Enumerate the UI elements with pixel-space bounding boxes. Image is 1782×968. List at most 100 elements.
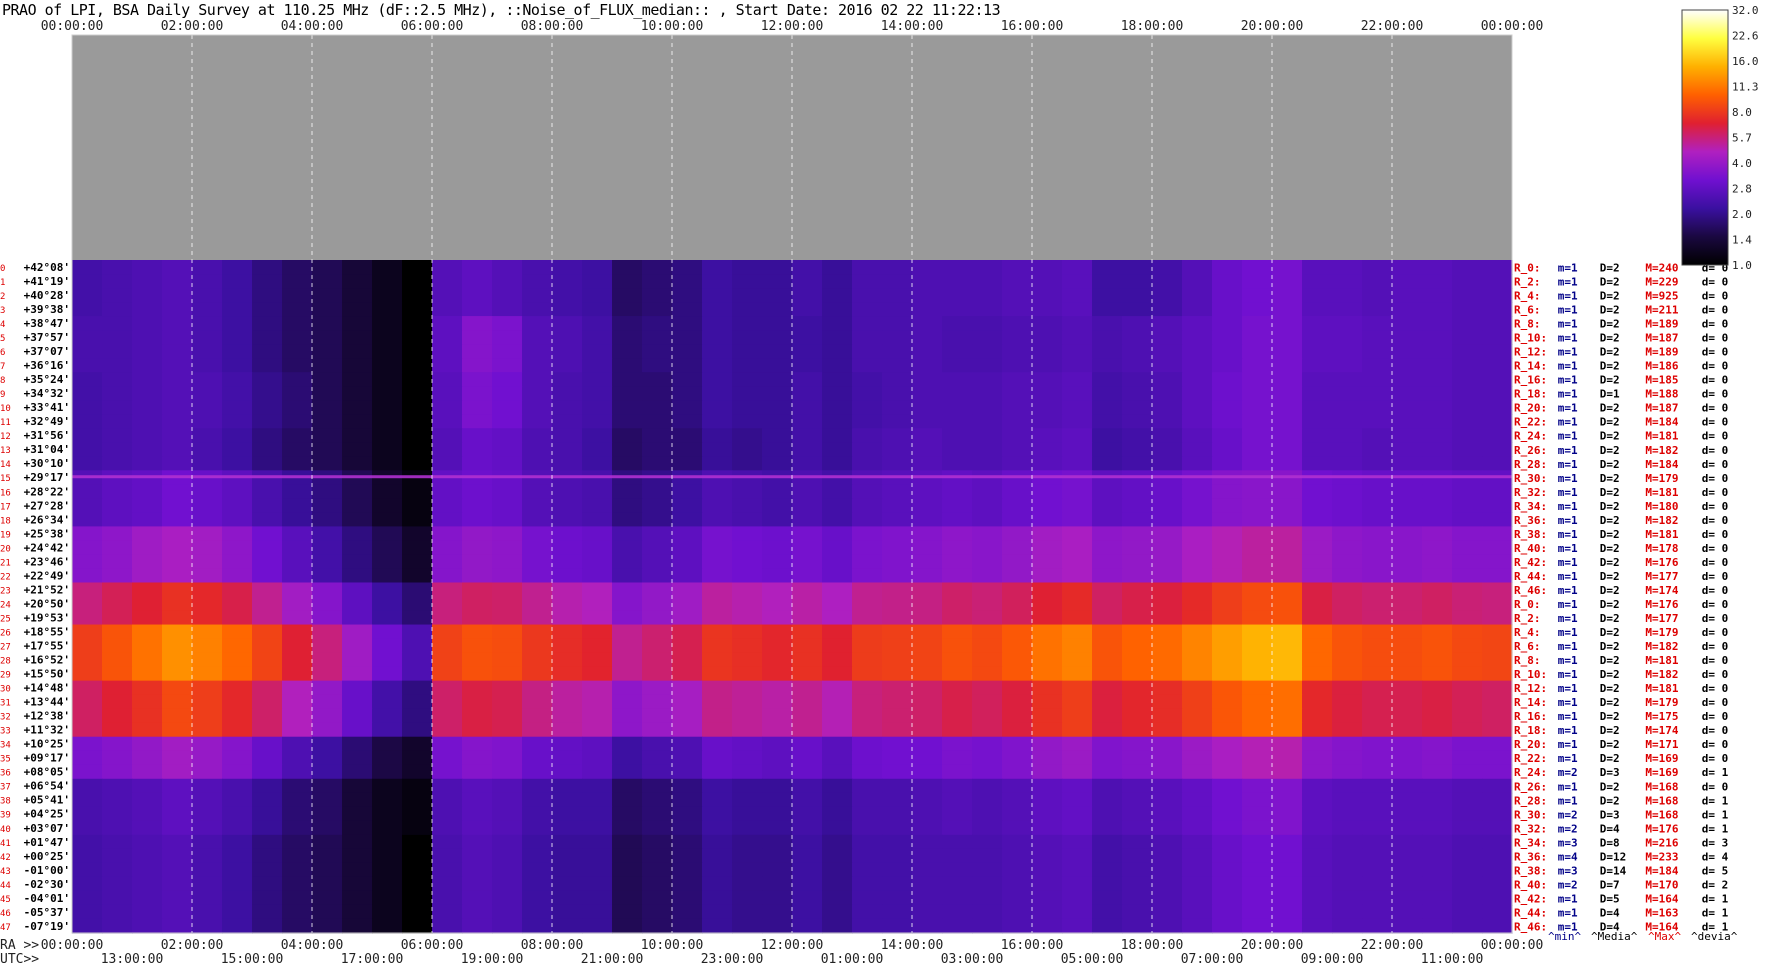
heatmap-cell bbox=[252, 862, 283, 878]
utc-tick-label: 15:00:00 bbox=[221, 952, 284, 967]
heatmap-cell bbox=[702, 666, 733, 682]
heatmap-cell bbox=[1152, 302, 1183, 317]
heatmap-cell bbox=[312, 596, 343, 612]
heatmap-cell bbox=[402, 526, 433, 542]
heatmap-cell bbox=[1062, 386, 1093, 401]
row-stat-beam: R_30: bbox=[1514, 808, 1547, 821]
heatmap-cell bbox=[252, 428, 283, 443]
heatmap-cell bbox=[702, 484, 733, 499]
heatmap-cell bbox=[852, 260, 883, 275]
heatmap-cell bbox=[882, 596, 913, 612]
utc-tick-label: 19:00:00 bbox=[461, 952, 524, 967]
heatmap-cell bbox=[942, 904, 973, 920]
row-stat-beam: R_38: bbox=[1514, 528, 1547, 541]
heatmap-cell bbox=[282, 288, 313, 303]
heatmap-cell bbox=[282, 764, 313, 780]
heatmap-cell bbox=[1362, 736, 1393, 752]
heatmap-cell bbox=[252, 484, 283, 499]
heatmap-cell bbox=[1062, 484, 1093, 499]
heatmap-cell bbox=[1302, 750, 1333, 766]
heatmap-cell bbox=[252, 736, 283, 752]
heatmap-cell bbox=[372, 848, 403, 864]
heatmap-cell bbox=[582, 834, 613, 850]
heatmap-cell bbox=[882, 372, 913, 387]
heatmap-cell bbox=[582, 848, 613, 864]
heatmap-cell bbox=[1302, 722, 1333, 738]
heatmap-cell bbox=[1182, 372, 1213, 387]
heatmap-cell bbox=[1182, 540, 1213, 556]
heatmap-cell bbox=[912, 764, 943, 780]
row-stat-deviation: d= 0 bbox=[1702, 332, 1729, 345]
heatmap-cell bbox=[462, 582, 493, 598]
heatmap-cell bbox=[552, 526, 583, 542]
heatmap-cell bbox=[552, 596, 583, 612]
heatmap-cell bbox=[882, 624, 913, 640]
heatmap-cell bbox=[882, 400, 913, 415]
row-stat-beam: R_0: bbox=[1514, 598, 1541, 611]
utc-tick-label: 21:00:00 bbox=[581, 952, 644, 967]
heatmap-cell bbox=[792, 666, 823, 682]
heatmap-cell bbox=[822, 540, 853, 556]
heatmap-cell bbox=[72, 260, 103, 275]
heatmap-cell bbox=[582, 274, 613, 289]
heatmap-cell bbox=[1212, 344, 1243, 359]
heatmap-cell bbox=[222, 666, 253, 682]
heatmap-cell bbox=[312, 722, 343, 738]
heatmap-cell bbox=[702, 400, 733, 415]
row-stat-deviation: d= 0 bbox=[1702, 682, 1729, 695]
heatmap-cell bbox=[882, 260, 913, 275]
heatmap-cell bbox=[1452, 358, 1483, 373]
heatmap-cell bbox=[1422, 526, 1453, 542]
heatmap-cell bbox=[1452, 456, 1483, 471]
heatmap-cell bbox=[1452, 484, 1483, 499]
heatmap-cell bbox=[792, 456, 823, 471]
heatmap-cell bbox=[1182, 904, 1213, 920]
heatmap-cell bbox=[372, 386, 403, 401]
heatmap-cell bbox=[402, 274, 433, 289]
heatmap-cell bbox=[492, 764, 523, 780]
row-stat-deviation: d= 5 bbox=[1702, 864, 1729, 877]
row-stat-max: M=181 bbox=[1645, 528, 1678, 541]
row-stat-deviation: d= 0 bbox=[1702, 752, 1729, 765]
declination-tick-label: +41°19' bbox=[24, 275, 70, 288]
heatmap-cell bbox=[342, 456, 373, 471]
row-stat-max: M=216 bbox=[1645, 836, 1678, 849]
heatmap-cell bbox=[1152, 652, 1183, 668]
row-stat-beam: R_4: bbox=[1514, 290, 1541, 303]
heatmap-cell bbox=[1272, 708, 1303, 724]
heatmap-cell bbox=[822, 344, 853, 359]
heatmap-cell bbox=[102, 820, 133, 836]
heatmap-cell bbox=[432, 596, 463, 612]
heatmap-cell bbox=[672, 540, 703, 556]
heatmap-cell bbox=[1422, 456, 1453, 471]
row-stat-median: D=8 bbox=[1600, 836, 1620, 849]
heatmap-cell bbox=[1122, 526, 1153, 542]
beam-number-label: 2 bbox=[0, 292, 5, 302]
heatmap-cell bbox=[762, 316, 793, 331]
heatmap-cell bbox=[972, 792, 1003, 808]
heatmap-cell bbox=[1332, 848, 1363, 864]
heatmap-cell bbox=[942, 652, 973, 668]
heatmap-cell bbox=[912, 414, 943, 429]
heatmap-cell bbox=[72, 400, 103, 415]
heatmap-cell bbox=[1302, 316, 1333, 331]
heatmap-cell bbox=[822, 330, 853, 345]
heatmap-cell bbox=[1182, 526, 1213, 542]
heatmap-cell bbox=[462, 890, 493, 906]
heatmap-cell bbox=[1452, 708, 1483, 724]
heatmap-cell bbox=[1182, 428, 1213, 443]
row-stat-max: M=211 bbox=[1645, 304, 1678, 317]
heatmap-cell bbox=[1392, 722, 1423, 738]
heatmap-cell bbox=[1032, 456, 1063, 471]
heatmap-cell bbox=[702, 512, 733, 527]
heatmap-cell bbox=[402, 456, 433, 471]
heatmap-cell bbox=[732, 736, 763, 752]
heatmap-cell bbox=[702, 722, 733, 738]
heatmap-cell bbox=[1062, 526, 1093, 542]
heatmap-cell bbox=[732, 582, 763, 598]
heatmap-cell bbox=[252, 666, 283, 682]
heatmap-cell bbox=[942, 414, 973, 429]
heatmap-cell bbox=[822, 904, 853, 920]
heatmap-cell bbox=[582, 330, 613, 345]
heatmap-cell bbox=[222, 498, 253, 513]
